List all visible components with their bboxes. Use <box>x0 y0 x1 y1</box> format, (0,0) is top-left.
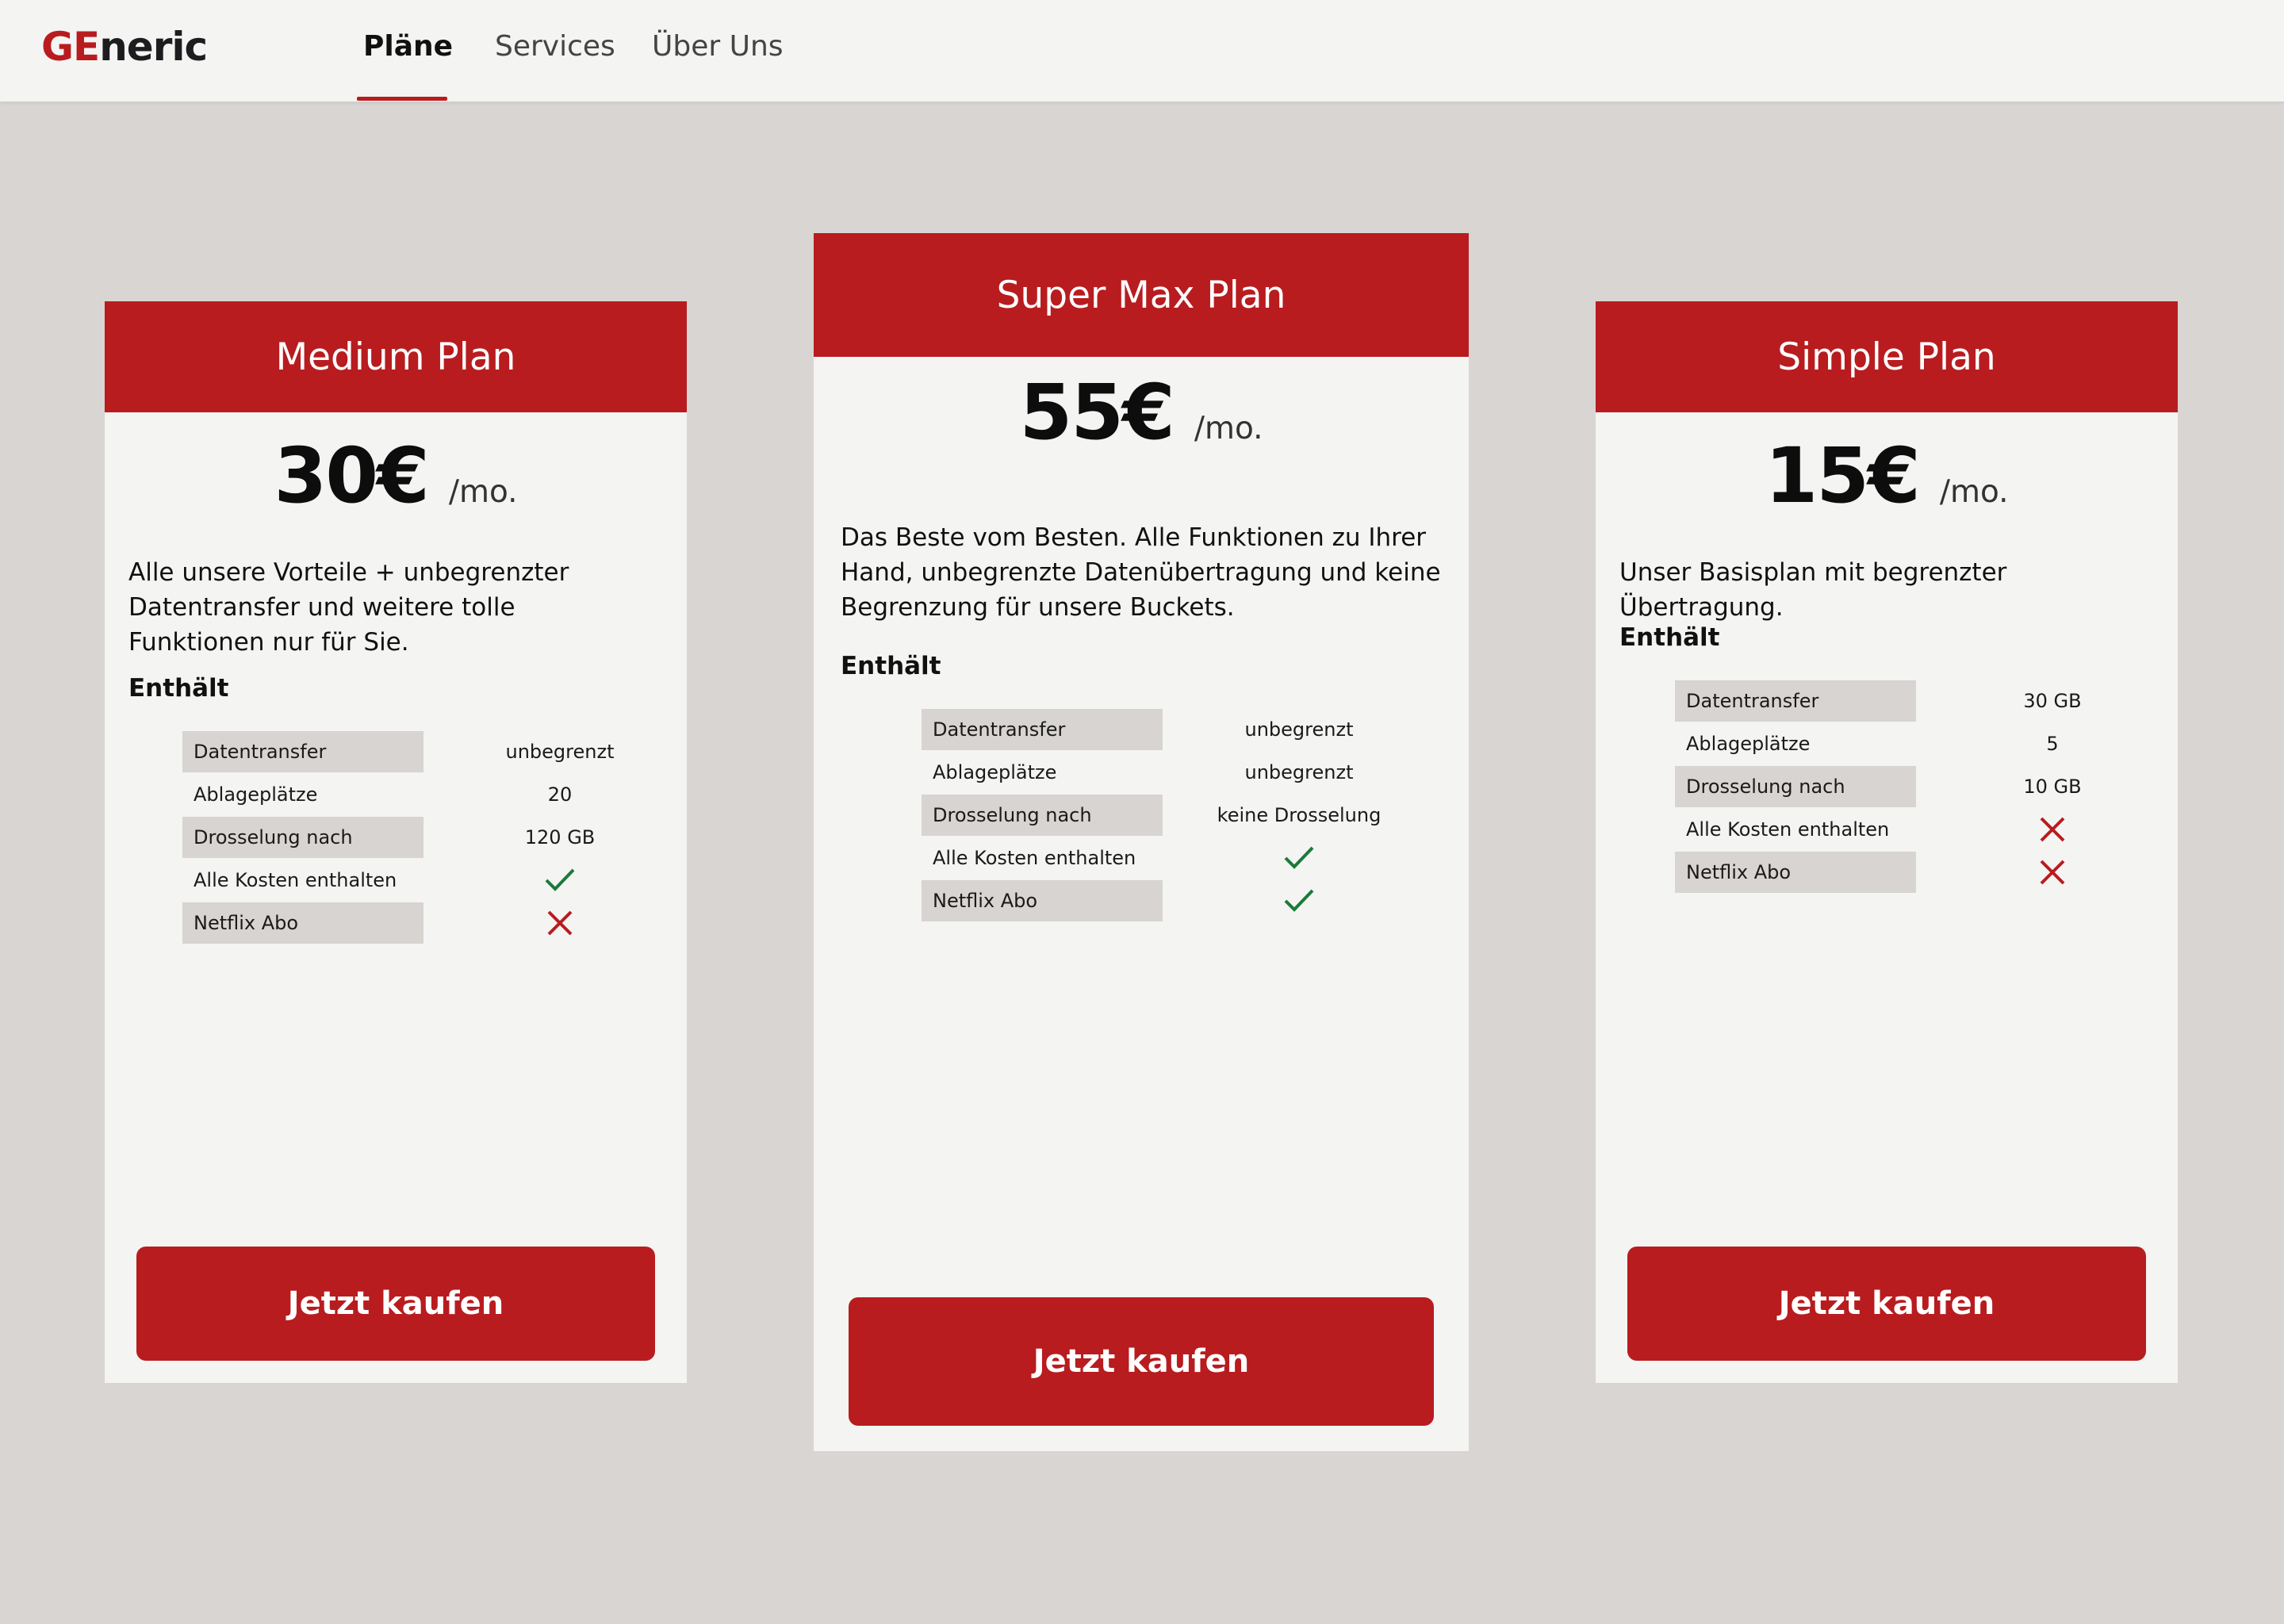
plan-period: /mo. <box>448 474 518 510</box>
feature-row: Drosselung nach 10 GB <box>1675 766 2119 809</box>
contains-label: Enthält <box>128 674 229 703</box>
feature-row: Datentransfer unbegrenzt <box>182 731 627 774</box>
feature-value <box>1945 809 2160 850</box>
feature-name: Netflix Abo <box>182 902 423 944</box>
feature-value <box>452 902 668 944</box>
feature-value: 120 GB <box>524 826 596 848</box>
feature-table: Datentransfer 30 GB Ablageplätze 5 Dross… <box>1675 680 2119 894</box>
feature-name: Alle Kosten enthalten <box>1686 818 1890 841</box>
plan-title: Simple Plan <box>1596 301 2178 412</box>
feature-value: 30 GB <box>2023 690 2082 712</box>
feature-name: Ablageplätze <box>194 783 318 806</box>
plan-price: 15€ <box>1765 431 1920 520</box>
plan-description: Unser Basisplan mit begrenzter Übertragu… <box>1619 558 2007 622</box>
feature-row: Alle Kosten enthalten <box>1675 809 2119 852</box>
feature-value: 5 <box>2046 733 2059 755</box>
cross-icon <box>2040 817 2065 842</box>
nav-item-plaene[interactable]: Pläne <box>363 30 453 63</box>
feature-value: keine Drosselung <box>1217 804 1382 826</box>
buy-button-super-max[interactable]: Jetzt kaufen <box>849 1297 1434 1426</box>
feature-value <box>1191 880 1407 921</box>
feature-value: unbegrenzt <box>505 741 615 763</box>
cross-icon <box>2040 860 2065 885</box>
feature-value <box>452 860 668 901</box>
feature-value: 10 GB <box>2023 776 2082 798</box>
feature-table: Datentransfer unbegrenzt Ablageplätze 20… <box>182 731 627 945</box>
feature-name: Netflix Abo <box>922 880 1163 921</box>
check-icon <box>1284 889 1314 912</box>
price-row: 55€ /mo. <box>814 368 1469 457</box>
feature-table: Datentransfer unbegrenzt Ablageplätze un… <box>922 709 1381 923</box>
feature-name: Ablageplätze <box>1686 733 1811 755</box>
buy-button-medium[interactable]: Jetzt kaufen <box>136 1247 655 1361</box>
plan-card-medium: Medium Plan 30€ /mo. Alle unsere Vorteil… <box>105 301 687 1383</box>
feature-name: Datentransfer <box>182 731 423 772</box>
nav-item-ueber-uns[interactable]: Über Uns <box>652 30 784 63</box>
feature-row: Ablageplätze unbegrenzt <box>922 752 1366 795</box>
logo-accent: GE <box>41 24 100 70</box>
top-nav: GEneric Pläne Services Über Uns <box>0 0 2284 102</box>
plan-card-simple: Simple Plan 15€ /mo. Unser Basisplan mit… <box>1596 301 2178 1383</box>
feature-row: Netflix Abo <box>182 902 627 945</box>
plan-period: /mo. <box>1939 474 2009 510</box>
contains-label: Enthält <box>1619 623 1720 652</box>
feature-name: Datentransfer <box>922 709 1163 750</box>
plan-title: Super Max Plan <box>814 233 1469 357</box>
nav-item-services[interactable]: Services <box>495 30 615 63</box>
feature-row: Datentransfer 30 GB <box>1675 680 2119 723</box>
cross-icon <box>547 910 573 936</box>
feature-name: Alle Kosten enthalten <box>933 847 1136 869</box>
check-icon <box>1284 846 1314 869</box>
feature-row: Ablageplätze 20 <box>182 774 627 817</box>
plan-price: 30€ <box>274 431 429 520</box>
feature-name: Datentransfer <box>1675 680 1916 722</box>
check-icon <box>545 868 575 891</box>
plan-description: Das Beste vom Besten. Alle Funktionen zu… <box>841 523 1441 622</box>
feature-row: Alle Kosten enthalten <box>922 837 1366 880</box>
feature-name: Drosselung nach <box>182 817 423 858</box>
feature-value: unbegrenzt <box>1244 761 1354 783</box>
contains-label: Enthält <box>841 652 941 680</box>
feature-name: Drosselung nach <box>922 795 1163 836</box>
feature-name: Ablageplätze <box>933 761 1057 783</box>
plan-title: Medium Plan <box>105 301 687 412</box>
feature-row: Drosselung nach 120 GB <box>182 817 627 860</box>
nav-active-indicator <box>357 97 447 101</box>
feature-row: Alle Kosten enthalten <box>182 860 627 902</box>
feature-value: unbegrenzt <box>1244 718 1354 741</box>
feature-row: Netflix Abo <box>922 880 1366 923</box>
feature-row: Datentransfer unbegrenzt <box>922 709 1366 752</box>
plan-period: /mo. <box>1194 411 1263 446</box>
feature-value <box>1191 837 1407 879</box>
price-row: 30€ /mo. <box>105 431 687 520</box>
feature-name: Drosselung nach <box>1675 766 1916 807</box>
feature-name: Alle Kosten enthalten <box>194 869 397 891</box>
feature-value <box>1945 852 2160 893</box>
logo-rest: neric <box>99 24 208 70</box>
plan-description: Alle unsere Vorteile + unbegrenzter Date… <box>128 558 569 657</box>
buy-button-simple[interactable]: Jetzt kaufen <box>1627 1247 2146 1361</box>
plan-card-super-max: Super Max Plan 55€ /mo. Das Beste vom Be… <box>814 233 1469 1451</box>
feature-row: Drosselung nach keine Drosselung <box>922 795 1381 837</box>
plan-price: 55€ <box>1019 368 1175 457</box>
feature-row: Netflix Abo <box>1675 852 2119 894</box>
brand-logo[interactable]: GEneric <box>41 24 208 70</box>
feature-row: Ablageplätze 5 <box>1675 723 2119 766</box>
price-row: 15€ /mo. <box>1596 431 2178 520</box>
feature-value: 20 <box>547 783 573 806</box>
feature-name: Netflix Abo <box>1675 852 1916 893</box>
